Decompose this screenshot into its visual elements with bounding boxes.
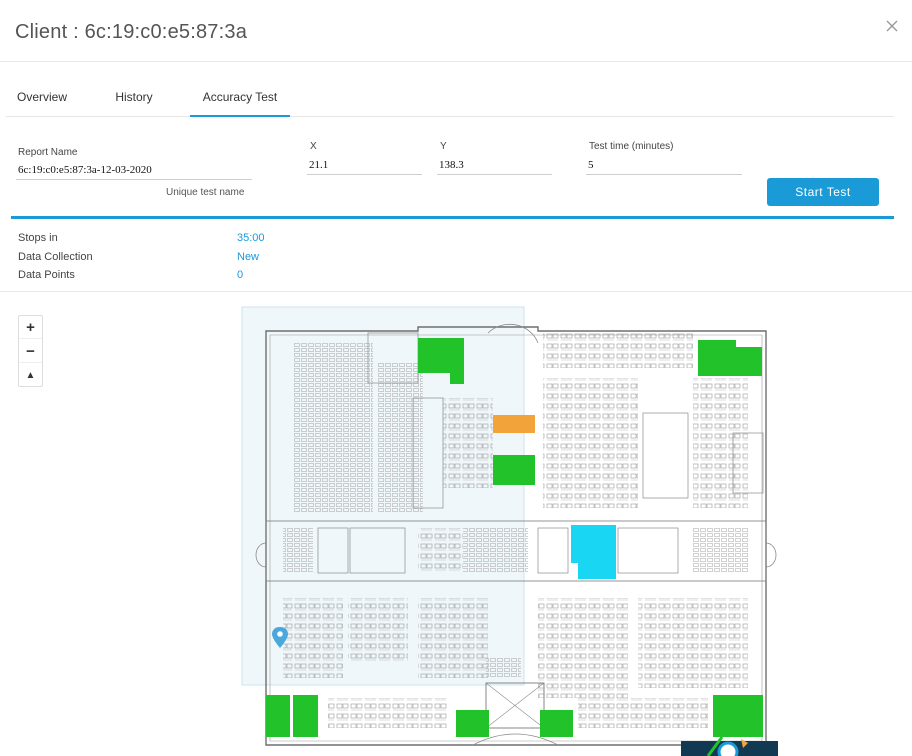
green-zone xyxy=(698,340,736,376)
desk-cluster xyxy=(283,598,343,678)
desk-cluster xyxy=(638,598,748,688)
cyan-zone xyxy=(571,525,616,579)
green-zone xyxy=(736,347,762,376)
zoom-control: + − ▲ xyxy=(18,315,43,387)
green-zone xyxy=(540,710,573,737)
compass-icon[interactable]: ▲ xyxy=(19,364,42,387)
room xyxy=(283,528,313,573)
progress-divider xyxy=(11,216,894,219)
stops-in-label: Stops in xyxy=(18,232,58,244)
room xyxy=(463,528,528,573)
y-label: Y xyxy=(440,141,447,152)
desk-cluster xyxy=(693,378,748,508)
accuracy-test-form: Report Name Unique test name X Y Test ti… xyxy=(0,118,912,220)
desk-cluster xyxy=(443,398,493,488)
desk-cluster xyxy=(348,598,408,663)
tab-overview[interactable]: Overview xyxy=(6,80,78,117)
green-zone xyxy=(266,695,290,737)
desk-cluster xyxy=(378,363,423,513)
room xyxy=(693,528,748,573)
modal-title: Client : 6c:19:c0:e5:87:3a xyxy=(15,21,248,43)
y-input[interactable] xyxy=(437,155,552,175)
green-zone xyxy=(456,710,489,737)
tab-accuracy-test[interactable]: Accuracy Test xyxy=(190,80,290,117)
x-input[interactable] xyxy=(307,155,422,175)
floor-plan xyxy=(241,306,778,756)
tab-bar: Overview History Accuracy Test xyxy=(6,80,894,117)
modal-header: Client : 6c:19:c0:e5:87:3a xyxy=(0,0,912,62)
green-zone xyxy=(293,695,318,737)
map-badge-icon xyxy=(681,736,778,756)
test-time-label: Test time (minutes) xyxy=(589,141,674,152)
test-time-input[interactable] xyxy=(586,155,742,175)
room xyxy=(418,528,463,573)
desk-cluster xyxy=(578,698,708,728)
zoom-out-button[interactable]: − xyxy=(19,340,42,363)
data-collection-value: New xyxy=(237,251,260,263)
start-test-button[interactable]: Start Test xyxy=(767,178,879,206)
report-name-label: Report Name xyxy=(18,147,78,158)
desk-cluster xyxy=(543,333,693,368)
room xyxy=(617,527,679,574)
desk-cluster xyxy=(538,598,628,698)
close-icon[interactable] xyxy=(882,16,902,36)
desk-cluster xyxy=(328,698,448,728)
x-label: X xyxy=(310,141,317,152)
green-zone xyxy=(493,455,535,485)
orange-zone xyxy=(493,415,535,433)
data-points-value: 0 xyxy=(237,269,244,281)
report-name-hint: Unique test name xyxy=(166,187,245,198)
test-stats: Stops in 35:00 Data Collection New Data … xyxy=(0,222,912,292)
stops-in-value: 35:00 xyxy=(237,232,265,244)
zoom-in-button[interactable]: + xyxy=(19,316,42,339)
data-points-label: Data Points xyxy=(18,269,75,281)
room xyxy=(537,527,569,574)
data-collection-label: Data Collection xyxy=(18,251,93,263)
stairs xyxy=(486,658,521,678)
desk-cluster xyxy=(293,343,373,513)
report-name-input[interactable] xyxy=(16,160,252,180)
tab-history[interactable]: History xyxy=(98,80,170,117)
floor-map[interactable]: + − ▲ xyxy=(0,293,912,756)
desk-cluster xyxy=(543,378,638,508)
desk-cluster xyxy=(418,598,488,678)
room xyxy=(642,412,689,499)
green-zone xyxy=(713,695,763,737)
